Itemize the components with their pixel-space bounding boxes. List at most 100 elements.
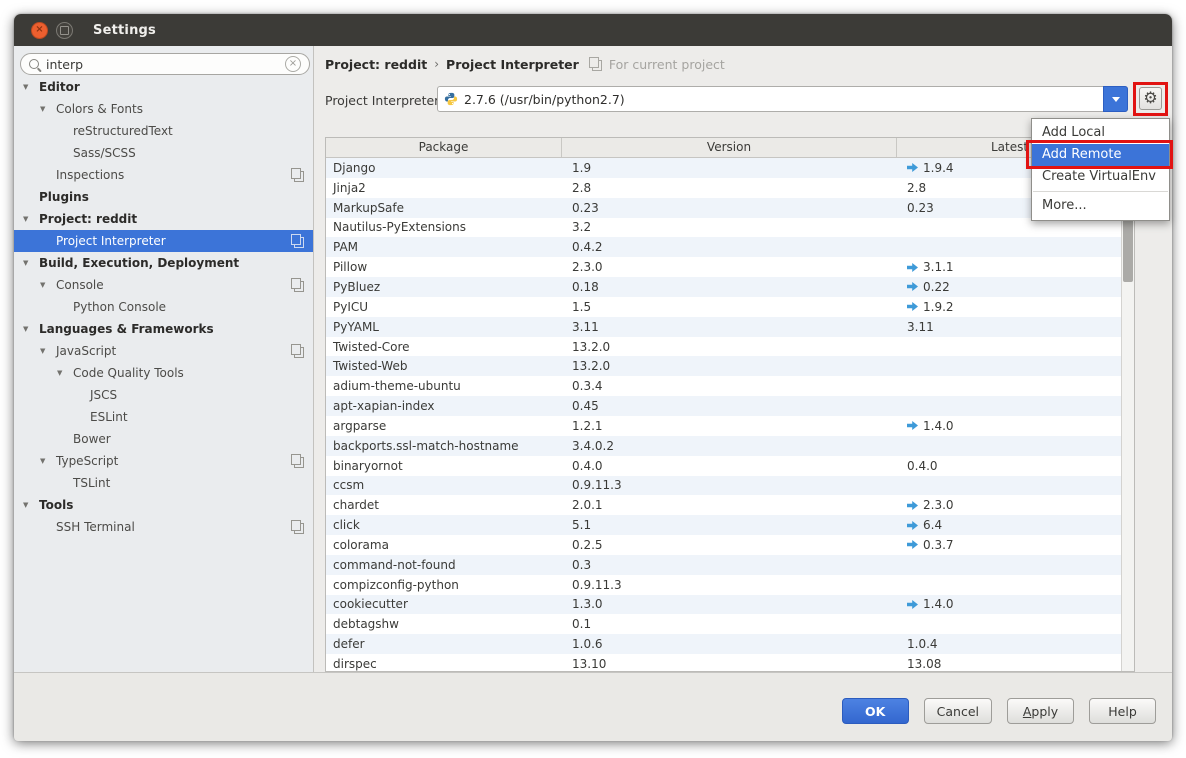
package-row-binaryornot[interactable]: binaryornot0.4.00.4.0: [326, 456, 1122, 476]
tree-item-python-console[interactable]: Python Console: [14, 296, 313, 318]
tree-item-javascript[interactable]: ▼JavaScript: [14, 340, 313, 362]
expand-arrow-icon[interactable]: ▼: [22, 215, 39, 223]
package-row-dirspec[interactable]: dirspec13.1013.08: [326, 654, 1122, 672]
maximize-button[interactable]: [56, 22, 73, 39]
package-row-django[interactable]: Django1.91.9.4: [326, 158, 1122, 178]
tree-item-ssh-terminal[interactable]: SSH Terminal: [14, 516, 313, 538]
tree-item-inspections[interactable]: Inspections: [14, 164, 313, 186]
menu-item-create-virtualenv[interactable]: Create VirtualEnv: [1032, 166, 1169, 188]
package-name: Nautilus-PyExtensions: [326, 220, 561, 234]
tree-item-languages-frameworks[interactable]: ▼Languages & Frameworks: [14, 318, 313, 340]
expand-arrow-icon[interactable]: ▼: [39, 347, 56, 355]
menu-item-add-local[interactable]: Add Local: [1032, 122, 1169, 144]
search-input[interactable]: interp: [46, 57, 285, 72]
tree-item-build-execution-deployment[interactable]: ▼Build, Execution, Deployment: [14, 252, 313, 274]
tree-item-label: reStructuredText: [73, 124, 173, 138]
package-row-markupsafe[interactable]: MarkupSafe0.230.23: [326, 198, 1122, 218]
interpreter-select[interactable]: 2.7.6 (/usr/bin/python2.7): [437, 86, 1128, 112]
package-row-adium-theme-ubuntu[interactable]: adium-theme-ubuntu0.3.4: [326, 376, 1122, 396]
package-row-colorama[interactable]: colorama0.2.50.3.7: [326, 535, 1122, 555]
titlebar[interactable]: × Settings: [14, 14, 1172, 46]
latest-version-text: 13.08: [907, 657, 941, 671]
menu-item-more[interactable]: More...: [1032, 195, 1169, 217]
package-row-click[interactable]: click5.16.4: [326, 515, 1122, 535]
package-row-ccsm[interactable]: ccsm0.9.11.3: [326, 476, 1122, 496]
package-version: 0.2.5: [561, 538, 896, 552]
package-row-argparse[interactable]: argparse1.2.11.4.0: [326, 416, 1122, 436]
tree-item-editor[interactable]: ▼Editor: [14, 76, 313, 98]
package-version: 1.5: [561, 300, 896, 314]
menu-item-add-remote[interactable]: Add Remote: [1032, 144, 1169, 166]
package-row-pybluez[interactable]: PyBluez0.180.22: [326, 277, 1122, 297]
ok-button[interactable]: OK: [842, 698, 909, 724]
scrollbar-thumb[interactable]: [1123, 217, 1133, 282]
tree-item-project-interpreter[interactable]: Project Interpreter: [14, 230, 313, 252]
column-header-version[interactable]: Version: [561, 138, 896, 157]
package-row-pillow[interactable]: Pillow2.3.03.1.1: [326, 257, 1122, 277]
expand-arrow-icon[interactable]: ▼: [39, 281, 56, 289]
close-button[interactable]: ×: [31, 22, 48, 39]
package-row-compizconfig-python[interactable]: compizconfig-python0.9.11.3: [326, 575, 1122, 595]
package-row-pyicu[interactable]: PyICU1.51.9.2: [326, 297, 1122, 317]
apply-button[interactable]: Apply: [1007, 698, 1074, 724]
tree-item-typescript[interactable]: ▼TypeScript: [14, 450, 313, 472]
expand-arrow-icon[interactable]: ▼: [39, 457, 56, 465]
package-row-backports-ssl-match-hostname[interactable]: backports.ssl-match-hostname3.4.0.2: [326, 436, 1122, 456]
package-version: 2.8: [561, 181, 896, 195]
package-row-cookiecutter[interactable]: cookiecutter1.3.01.4.0: [326, 595, 1122, 615]
gear-button[interactable]: ⚙: [1139, 87, 1162, 110]
package-row-twisted-core[interactable]: Twisted-Core13.2.0: [326, 337, 1122, 357]
tree-item-plugins[interactable]: Plugins: [14, 186, 313, 208]
combo-dropdown-button[interactable]: [1103, 86, 1128, 112]
package-row-pyyaml[interactable]: PyYAML3.113.11: [326, 317, 1122, 337]
expand-arrow-icon[interactable]: ▼: [22, 325, 39, 333]
tree-item-label: Project: reddit: [39, 212, 137, 226]
package-row-apt-xapian-index[interactable]: apt-xapian-index0.45: [326, 396, 1122, 416]
tree-item-bower[interactable]: Bower: [14, 428, 313, 450]
tree-item-jscs[interactable]: JSCS: [14, 384, 313, 406]
help-button[interactable]: Help: [1089, 698, 1156, 724]
expand-arrow-icon[interactable]: ▼: [22, 259, 39, 267]
expand-arrow-icon[interactable]: ▼: [22, 501, 39, 509]
package-latest: 1.4.0: [896, 597, 1122, 611]
clear-search-icon[interactable]: ×: [285, 56, 301, 72]
upgrade-arrow-icon: [907, 282, 918, 291]
package-version: 13.10: [561, 657, 896, 671]
package-name: ccsm: [326, 478, 561, 492]
tree-item-label: Sass/SCSS: [73, 146, 136, 160]
tree-item-eslint[interactable]: ESLint: [14, 406, 313, 428]
column-header-package[interactable]: Package: [326, 138, 561, 157]
shared-settings-icon: [294, 171, 304, 182]
expand-arrow-icon[interactable]: ▼: [56, 369, 73, 377]
package-row-debtagshw[interactable]: debtagshw0.1: [326, 614, 1122, 634]
package-row-nautilus-pyextensions[interactable]: Nautilus-PyExtensions3.2: [326, 218, 1122, 238]
tree-item-colors-fonts[interactable]: ▼Colors & Fonts: [14, 98, 313, 120]
package-row-chardet[interactable]: chardet2.0.12.3.0: [326, 495, 1122, 515]
package-version: 13.2.0: [561, 359, 896, 373]
tree-item-label: TypeScript: [56, 454, 118, 468]
tree-item-label: JavaScript: [56, 344, 116, 358]
package-latest: 3.1.1: [896, 260, 1122, 274]
tree-item-console[interactable]: ▼Console: [14, 274, 313, 296]
package-name: command-not-found: [326, 558, 561, 572]
tree-item-code-quality-tools[interactable]: ▼Code Quality Tools: [14, 362, 313, 384]
expand-arrow-icon[interactable]: ▼: [22, 83, 39, 91]
tree-item-label: Python Console: [73, 300, 166, 314]
package-name: Pillow: [326, 260, 561, 274]
tree-item-restructuredtext[interactable]: reStructuredText: [14, 120, 313, 142]
package-row-command-not-found[interactable]: command-not-found0.3: [326, 555, 1122, 575]
tree-item-project-reddit[interactable]: ▼Project: reddit: [14, 208, 313, 230]
settings-search-field[interactable]: interp ×: [20, 53, 310, 75]
package-version: 1.3.0: [561, 597, 896, 611]
table-scrollbar[interactable]: [1121, 158, 1134, 671]
tree-item-sass-scss[interactable]: Sass/SCSS: [14, 142, 313, 164]
expand-arrow-icon[interactable]: ▼: [39, 105, 56, 113]
tree-item-tslint[interactable]: TSLint: [14, 472, 313, 494]
package-row-defer[interactable]: defer1.0.61.0.4: [326, 634, 1122, 654]
breadcrumb-project[interactable]: Project: reddit: [325, 57, 427, 72]
tree-item-tools[interactable]: ▼Tools: [14, 494, 313, 516]
package-row-twisted-web[interactable]: Twisted-Web13.2.0: [326, 356, 1122, 376]
package-row-pam[interactable]: PAM0.4.2: [326, 237, 1122, 257]
package-row-jinja2[interactable]: Jinja22.82.8: [326, 178, 1122, 198]
cancel-button[interactable]: Cancel: [924, 698, 992, 724]
